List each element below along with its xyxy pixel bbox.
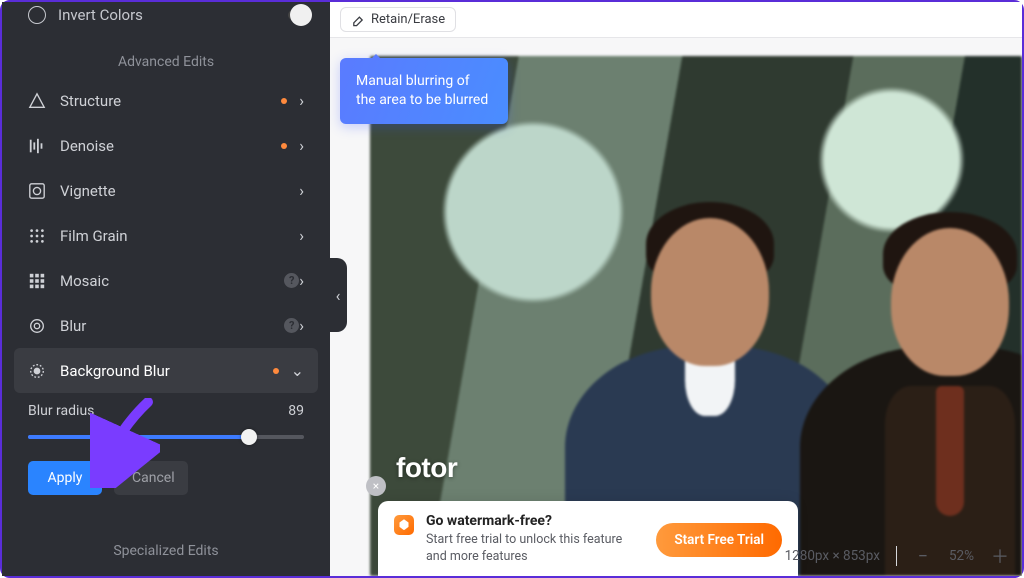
film-grain-icon [28,227,46,245]
chevron-right-icon: › [299,316,304,335]
chevron-right-icon: › [299,181,304,200]
invert-colors-label: Invert Colors [58,6,290,24]
canvas-image[interactable] [370,56,1022,576]
top-toolbar: Retain/Erase [330,2,1022,38]
status-dot-icon [281,143,287,149]
blur-radius-slider[interactable] [28,435,304,439]
premium-badge-icon [394,515,414,535]
help-icon[interactable]: ? [284,273,299,288]
zoom-in-button[interactable]: ＋ [990,546,1010,566]
eraser-icon [351,13,365,27]
start-free-trial-button[interactable]: Start Free Trial [656,523,782,557]
slider-fill [28,435,249,439]
subject-person [800,206,1022,576]
zoom-out-button[interactable]: − [913,546,933,566]
retain-erase-label: Retain/Erase [371,12,445,27]
tooltip-text: Manual blurring of the area to be blurre… [356,73,488,108]
sidebar-item-structure[interactable]: Structure › [14,78,318,123]
sidebar-item-film-grain[interactable]: Film Grain › [14,213,318,258]
chevron-down-icon: ⌄ [291,361,304,380]
sidebar-item-label: Background Blur [60,362,273,380]
denoise-icon [28,137,46,155]
promo-title: Go watermark-free? [426,513,644,529]
vignette-icon [28,182,46,200]
background-blur-icon [28,362,46,380]
image-dimensions: 1280px × 853px [785,548,880,564]
promo-subtitle: Start free trial to unlock this feature … [426,532,644,566]
advanced-menu: Structure › Denoise › Vignette › Film Gr… [2,78,330,393]
sidebar-item-label: Film Grain [60,227,299,245]
hint-tooltip: Manual blurring of the area to be blurre… [340,58,508,124]
sidebar-item-invert-colors[interactable]: Invert Colors [2,2,330,32]
blur-icon [28,317,46,335]
blur-radius-control: Blur radius 89 [2,393,330,439]
chevron-right-icon: › [299,226,304,245]
chevron-right-icon: › [299,91,304,110]
sidebar-item-vignette[interactable]: Vignette › [14,168,318,213]
chevron-right-icon: › [299,271,304,290]
cancel-button[interactable]: Cancel [114,461,188,495]
promo-banner: Go watermark-free? Start free trial to u… [378,501,798,576]
retain-erase-button[interactable]: Retain/Erase [340,7,456,32]
sidebar-item-label: Mosaic [60,272,278,290]
section-title-specialized: Specialized Edits [2,521,330,567]
sidebar-item-background-blur[interactable]: Background Blur ⌄ [14,348,318,393]
close-promo-button[interactable]: × [366,476,386,496]
separator [896,546,897,566]
sidebar-item-blur[interactable]: Blur ? › [14,303,318,348]
watermark-logo: fotor [396,452,457,484]
slider-value: 89 [288,403,304,419]
sidebar-item-label: Blur [60,317,278,335]
sidebar-item-label: Denoise [60,137,281,155]
sidebar-item-denoise[interactable]: Denoise › [14,123,318,168]
status-dot-icon [281,98,287,104]
sidebar: Invert Colors Advanced Edits Structure ›… [2,2,330,576]
section-title-advanced: Advanced Edits [2,32,330,78]
status-dot-icon [273,368,279,374]
apply-button[interactable]: Apply [28,461,102,495]
mosaic-icon [28,272,46,290]
slider-label: Blur radius [28,403,94,419]
slider-thumb[interactable] [241,429,257,445]
toggle-icon[interactable] [290,4,312,26]
status-bar: 1280px × 853px − 52% ＋ [785,546,1010,566]
help-icon[interactable]: ? [284,318,299,333]
main-area: Retain/Erase ‹ Manual blurring of the ar… [330,2,1022,576]
sidebar-item-mosaic[interactable]: Mosaic ? › [14,258,318,303]
structure-icon [28,92,46,110]
canvas-area[interactable]: Manual blurring of the area to be blurre… [330,38,1022,576]
invert-colors-icon [28,6,46,24]
zoom-level: 52% [949,548,974,564]
chevron-right-icon: › [299,136,304,155]
sidebar-item-label: Structure [60,92,281,110]
sidebar-item-label: Vignette [60,182,299,200]
